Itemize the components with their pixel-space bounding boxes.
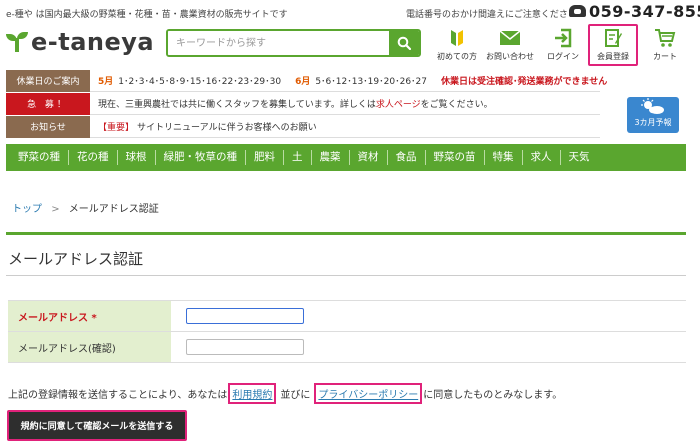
beginners-link[interactable]: 初めての方	[432, 28, 482, 62]
email-verification-form: メールアドレス * メールアドレス(確認)	[8, 300, 686, 363]
terms-link[interactable]: 利用規約	[228, 383, 277, 404]
weather-icon	[641, 98, 664, 114]
cart-icon	[655, 29, 676, 47]
email-confirm-label: メールアドレス(確認)	[8, 332, 171, 362]
sprout-icon	[6, 32, 28, 52]
breadcrumb-separator: >	[51, 204, 60, 215]
june-days: 5･6･12･13･19･20･26･27	[315, 77, 427, 87]
important-badge: 【重要】	[98, 123, 135, 133]
site-tagline: e-種や は国内最大級の野菜種・花種・苗・農業資材の販売サイトです	[6, 10, 288, 20]
email-confirm-field[interactable]	[186, 339, 304, 355]
recruit-text: 現在、三重興農社では共に働くスタッフを募集しています。詳しくは	[98, 100, 376, 110]
login-label: ログイン	[547, 52, 579, 61]
consent-text-2: 並びに	[280, 390, 311, 401]
search-box	[166, 29, 421, 57]
cart-link[interactable]: カート	[640, 28, 690, 62]
contact-label: お問い合わせ	[486, 52, 534, 61]
nav-fertilizer[interactable]: 肥料	[246, 150, 284, 165]
form-row-email-confirm: メールアドレス(確認)	[8, 332, 686, 363]
search-button[interactable]	[389, 31, 419, 55]
recruit-text-end: をご覧ください。	[420, 100, 493, 110]
nav-weather[interactable]: 天気	[561, 150, 598, 165]
login-icon	[555, 28, 572, 48]
email-field[interactable]	[186, 308, 304, 324]
category-nav: 野菜の種 花の種 球根 緑肥・牧草の種 肥料 土 農薬 資材 食品 野菜の苗 特…	[6, 144, 686, 171]
search-input[interactable]	[168, 31, 389, 55]
may-label: 5月	[98, 77, 114, 87]
mail-icon	[499, 30, 521, 45]
breadcrumb-home[interactable]: トップ	[12, 204, 42, 215]
phone-number[interactable]: 059-347-8551	[589, 2, 700, 21]
consent-text-1: 上記の登録情報を送信することにより、あなたは	[8, 390, 228, 401]
breadcrumb: トップ > メールアドレス認証	[12, 200, 159, 215]
logo-text: e-taneya	[31, 28, 155, 56]
submit-button[interactable]: 規約に同意して確認メールを送信する	[7, 410, 187, 441]
member-register-label: 会員登録	[597, 52, 629, 61]
consent-text: 上記の登録情報を送信することにより、あなたは 利用規約 並びに プライバシーポリ…	[8, 383, 562, 404]
info-link[interactable]: サイトリニューアルに伴うお客様へのお願い	[137, 120, 317, 133]
recruit-tag: 急 募！	[6, 92, 90, 115]
top-strip: e-種や は国内最大級の野菜種・花種・苗・農業資材の販売サイトです 電話番号のお…	[0, 0, 700, 24]
contact-link[interactable]: お問い合わせ	[485, 28, 535, 62]
beginners-label: 初めての方	[437, 52, 477, 61]
june-label: 6月	[295, 77, 311, 87]
holiday-notice: 休業日のご案内 5月 1･2･3･4･5･8･9･15･16･22･23･29･…	[6, 69, 607, 92]
consent-text-3: に同意したものとみなします。	[423, 390, 563, 401]
member-register-icon	[605, 29, 622, 47]
form-row-email: メールアドレス *	[8, 301, 686, 332]
breadcrumb-current: メールアドレス認証	[68, 204, 159, 215]
recruit-link[interactable]: 求人ページ	[376, 97, 421, 110]
holiday-note: 休業日は受注確認･発送業務ができません	[441, 77, 608, 87]
nav-green-manure[interactable]: 緑肥・牧草の種	[156, 150, 246, 165]
site-logo[interactable]: e-taneya	[6, 30, 154, 54]
may-days: 1･2･3･4･5･8･9･15･16･22･23･29･30	[118, 77, 282, 87]
search-icon	[397, 36, 411, 50]
nav-food[interactable]: 食品	[388, 150, 426, 165]
nav-materials[interactable]: 資材	[350, 150, 388, 165]
weather-label: 3カ月予報	[634, 118, 672, 127]
holiday-tag: 休業日のご案内	[6, 69, 90, 92]
title-underline	[6, 275, 686, 276]
nav-pesticides[interactable]: 農薬	[312, 150, 350, 165]
page-title: メールアドレス認証	[8, 250, 144, 268]
section-divider	[6, 232, 686, 235]
leaf-icon	[451, 30, 463, 46]
login-link[interactable]: ログイン	[538, 28, 588, 62]
nav-features[interactable]: 特集	[485, 150, 523, 165]
privacy-policy-link[interactable]: プライバシーポリシー	[314, 383, 423, 404]
nav-flower-seeds[interactable]: 花の種	[69, 150, 118, 165]
cart-label: カート	[653, 52, 677, 61]
nav-vegetable-seeds[interactable]: 野菜の種	[10, 150, 69, 165]
recruit-notice: 急 募！ 現在、三重興農社では共に働くスタッフを募集しています。詳しくは 求人ペ…	[6, 92, 600, 115]
nav-recruit[interactable]: 求人	[523, 150, 561, 165]
nav-seedlings[interactable]: 野菜の苗	[426, 150, 485, 165]
email-label: メールアドレス *	[8, 301, 171, 331]
nav-soil[interactable]: 土	[284, 150, 312, 165]
phone-icon	[569, 5, 586, 17]
phone-label: 電話番号のおかけ間違えにご注意ください	[406, 10, 577, 20]
member-register-link[interactable]: 会員登録	[588, 24, 638, 66]
nav-bulbs[interactable]: 球根	[118, 150, 156, 165]
info-tag: お知らせ	[6, 115, 90, 138]
info-notice: お知らせ 【重要】 サイトリニューアルに伴うお客様へのお願い	[6, 115, 600, 138]
weather-forecast-button[interactable]: 3カ月予報	[627, 97, 679, 133]
